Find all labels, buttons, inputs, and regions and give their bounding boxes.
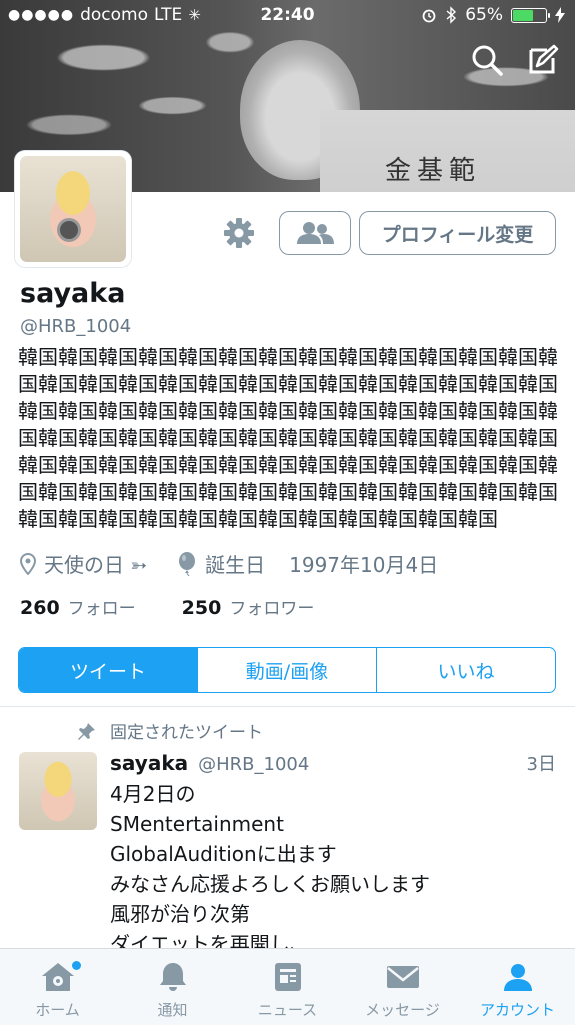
tab-likes[interactable]: いいね (376, 648, 555, 692)
nav-news[interactable]: ニュース (230, 949, 345, 1025)
charging-bolt-icon (555, 7, 565, 23)
tweet-timestamp: 3日 (526, 754, 556, 775)
profile-avatar[interactable] (20, 156, 126, 262)
nav-account-label: アカウント (479, 1001, 555, 1019)
tweet-author-name[interactable]: sayaka (110, 751, 188, 775)
balloon-icon (179, 551, 196, 576)
nav-home-label: ホーム (35, 1001, 80, 1019)
nav-account[interactable]: アカウント (460, 949, 575, 1025)
people-icon (297, 222, 334, 244)
profile-name: sayaka (20, 278, 126, 309)
tab-media[interactable]: 動画/画像 (197, 648, 376, 692)
following-link[interactable]: 260 フォロー (20, 594, 136, 619)
status-bar: ●●●●● docomo LTE ✳ 22:40 65% (0, 0, 575, 32)
person-icon (503, 964, 532, 991)
bluetooth-icon (446, 6, 457, 24)
following-label: フォロー (67, 599, 136, 619)
tweet-avatar[interactable] (19, 752, 97, 830)
battery-level (513, 9, 534, 21)
profile-avatar-frame[interactable] (15, 151, 131, 267)
profile-meta: 天使の日 ➳ 誕生日 1997年10月4日 (20, 549, 438, 578)
divider (0, 706, 575, 707)
envelope-icon (386, 966, 419, 988)
followers-label: フォロワー (229, 599, 315, 619)
profile-location: 天使の日 ➳ (44, 553, 148, 577)
nav-notifications-label: 通知 (157, 1001, 188, 1019)
followers-link[interactable]: 250 フォロワー (182, 594, 315, 619)
nav-news-label: ニュース (257, 1001, 318, 1019)
bottom-nav: ホーム 通知 ニュース メッセージ アカウント (0, 948, 575, 1025)
lists-button[interactable] (279, 211, 351, 255)
nav-home[interactable]: ホーム (0, 949, 115, 1025)
tweet-text[interactable]: 4月2日の SMentertainment GlobalAuditionに出ます… (110, 779, 556, 959)
following-count: 260 (20, 597, 60, 619)
nav-notifications[interactable]: 通知 (115, 949, 230, 1025)
nav-messages-label: メッセージ (365, 1001, 440, 1019)
news-icon (274, 963, 301, 991)
followers-count: 250 (181, 597, 222, 619)
home-icon (41, 963, 74, 991)
profile-handle: @HRB_1004 (20, 316, 132, 337)
gear-icon[interactable] (222, 216, 256, 250)
tweet-author-handle: @HRB_1004 (198, 754, 310, 775)
home-notification-dot (72, 961, 81, 970)
battery-percent: 65% (465, 5, 503, 25)
profile-tabs: ツイート 動画/画像 いいね (18, 647, 556, 693)
search-icon[interactable] (471, 44, 503, 76)
compose-icon[interactable] (527, 44, 559, 76)
follow-stats: 260 フォロー 250 フォロワー (20, 594, 360, 619)
location-pin-icon (20, 552, 36, 575)
tab-tweets[interactable]: ツイート (19, 648, 197, 692)
pinned-label: 固定されたツイート (110, 723, 263, 743)
pin-icon (78, 722, 95, 740)
nav-messages[interactable]: メッセージ (345, 949, 460, 1025)
battery-icon (511, 7, 550, 23)
banner-text: 金基範 (385, 156, 482, 186)
profile-bio: 韓国韓国韓国韓国韓国韓国韓国韓国韓国韓国韓国韓国韓国韓国韓国韓国韓国韓国韓国韓国… (18, 345, 558, 531)
bell-icon (159, 963, 186, 991)
tweet-header: sayaka @HRB_1004 3日 (110, 750, 556, 776)
birthday-label: 誕生日 (205, 553, 266, 577)
alarm-icon (422, 9, 436, 23)
birthday-date: 1997年10月4日 (289, 553, 439, 577)
pinned-indicator: 固定されたツイート (78, 718, 263, 743)
edit-profile-button[interactable]: プロフィール変更 (359, 211, 556, 255)
